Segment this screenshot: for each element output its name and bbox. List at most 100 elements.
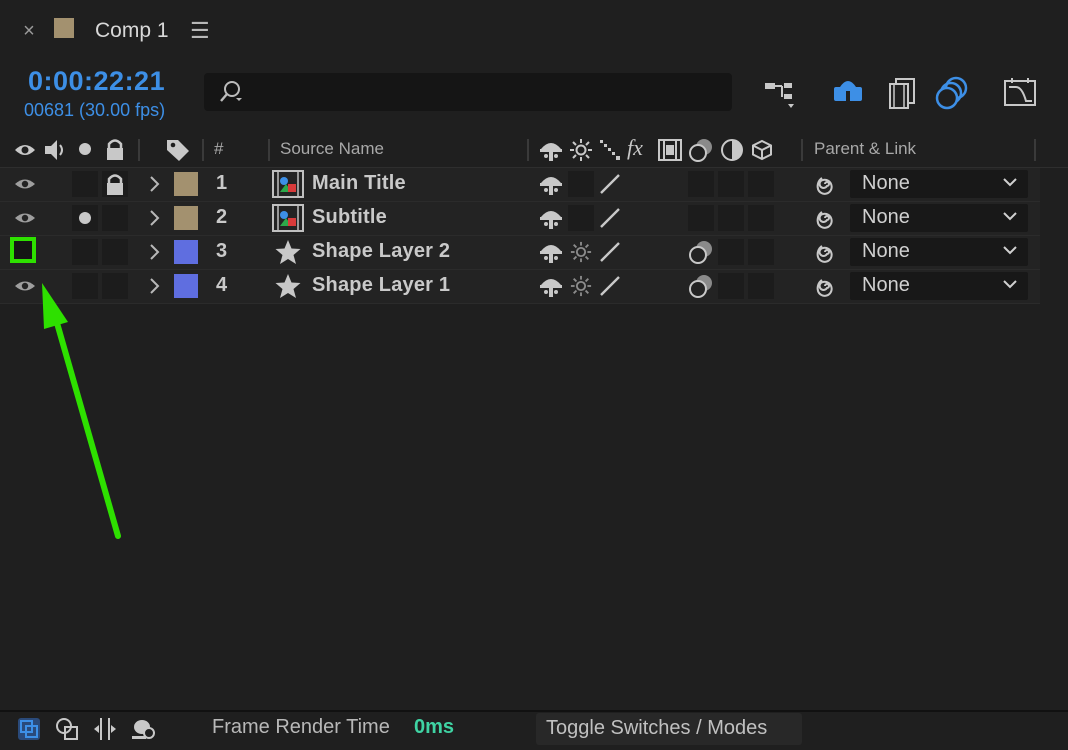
lock-toggle[interactable] — [102, 171, 128, 197]
3d-layer-toggle[interactable] — [748, 171, 774, 197]
video-visibility-highlight[interactable] — [10, 237, 36, 263]
3d-layer-toggle[interactable] — [748, 205, 774, 231]
layer-name[interactable]: Main Title — [312, 172, 406, 195]
parent-pick-whip-icon[interactable] — [812, 171, 838, 197]
chevron-down-icon — [1002, 242, 1018, 258]
close-tab-icon[interactable]: × — [20, 16, 38, 46]
shy-switch-icon[interactable] — [538, 239, 564, 265]
current-time-display[interactable]: 0:00:22:21 — [28, 66, 165, 97]
expand-chevron-icon[interactable] — [148, 175, 160, 193]
quality-icon[interactable] — [598, 138, 622, 162]
3d-layer-toggle[interactable] — [748, 239, 774, 265]
adjustment-layer-toggle[interactable] — [718, 273, 744, 299]
parent-select-value: None — [862, 172, 910, 194]
layer-name[interactable]: Shape Layer 1 — [312, 274, 450, 297]
collapse-transform-toggle[interactable] — [568, 171, 594, 197]
label-color-swatch[interactable] — [174, 274, 198, 298]
header-separator — [202, 139, 204, 161]
3d-layer-toggle[interactable] — [748, 273, 774, 299]
parent-pick-whip-icon[interactable] — [812, 273, 838, 299]
lock-toggle[interactable] — [102, 205, 128, 231]
3d-layer-icon[interactable] — [750, 138, 774, 162]
shy-icon[interactable] — [538, 137, 564, 163]
draft-3d-icon[interactable] — [830, 75, 866, 111]
video-eye-icon[interactable] — [13, 139, 37, 161]
parent-link-header[interactable]: Parent & Link — [814, 139, 916, 159]
lock-toggle[interactable] — [102, 273, 128, 299]
motion-blur-toggle[interactable] — [688, 171, 714, 197]
chevron-down-icon — [1002, 208, 1018, 224]
solo-toggle[interactable] — [72, 239, 98, 265]
layer-search-input[interactable] — [204, 73, 732, 111]
parent-select-dropdown[interactable]: None — [850, 204, 1028, 232]
layer-name[interactable]: Shape Layer 2 — [312, 240, 450, 263]
label-color-swatch[interactable] — [174, 206, 198, 230]
comp-color-swatch — [54, 18, 74, 38]
parent-select-value: None — [862, 240, 910, 262]
quality-slash-icon[interactable] — [598, 206, 622, 230]
adjustment-layer-toggle[interactable] — [718, 239, 744, 265]
motion-blur-switch-icon[interactable] — [688, 239, 714, 265]
comp-tab-title[interactable]: Comp 1 — [95, 16, 169, 46]
video-eye-icon[interactable] — [13, 207, 37, 229]
expand-chevron-icon[interactable] — [148, 209, 160, 227]
lock-toggle[interactable] — [102, 239, 128, 265]
solo-toggle[interactable] — [72, 273, 98, 299]
quality-slash-icon[interactable] — [598, 172, 622, 196]
adjustment-layer-toggle[interactable] — [718, 171, 744, 197]
video-eye-icon[interactable] — [13, 173, 37, 195]
label-color-swatch[interactable] — [174, 240, 198, 264]
expand-chevron-icon[interactable] — [148, 243, 160, 261]
transfer-controls-pane-icon[interactable] — [54, 716, 80, 742]
parent-pick-whip-icon[interactable] — [812, 239, 838, 265]
motion-blur-switch-icon[interactable] — [688, 273, 714, 299]
shy-switch-icon[interactable] — [538, 273, 564, 299]
parent-select-dropdown[interactable]: None — [850, 272, 1028, 300]
footage-layer-icon — [272, 204, 304, 232]
solo-dot-icon[interactable] — [77, 141, 93, 157]
audio-speaker-icon[interactable] — [43, 138, 69, 162]
quality-slash-icon[interactable] — [598, 240, 622, 264]
adjustment-layer-icon[interactable] — [720, 138, 744, 162]
video-eye-icon[interactable] — [13, 275, 37, 297]
effects-fx-header[interactable]: fx — [627, 135, 643, 161]
toggle-switches-modes-button[interactable]: Toggle Switches / Modes — [536, 713, 802, 745]
frame-blending-icon[interactable] — [884, 75, 920, 111]
expand-chevron-icon[interactable] — [148, 277, 160, 295]
parent-pick-whip-icon[interactable] — [812, 205, 838, 231]
motion-blur-toggle[interactable] — [688, 205, 714, 231]
flowchart-icon[interactable] — [762, 75, 798, 111]
collapse-transform-icon[interactable] — [570, 241, 592, 263]
in-out-duration-pane-icon[interactable] — [92, 716, 118, 742]
search-icon — [220, 81, 242, 102]
frame-render-time-value: 0ms — [414, 716, 455, 738]
quality-slash-icon[interactable] — [598, 274, 622, 298]
shy-switch-icon[interactable] — [538, 171, 564, 197]
footage-layer-icon — [272, 170, 304, 198]
header-separator — [801, 139, 803, 161]
label-tag-icon[interactable] — [165, 137, 191, 163]
render-time-pane-icon[interactable] — [130, 716, 156, 742]
graph-editor-icon[interactable] — [1002, 75, 1038, 111]
collapse-transform-icon[interactable] — [570, 275, 592, 297]
motion-blur-column-icon[interactable] — [688, 137, 714, 163]
solo-toggle[interactable] — [72, 205, 98, 231]
motion-blur-icon[interactable] — [934, 75, 970, 111]
layer-number: 2 — [216, 206, 228, 228]
solo-toggle[interactable] — [72, 171, 98, 197]
parent-select-dropdown[interactable]: None — [850, 170, 1028, 198]
layer-number: 4 — [216, 274, 228, 296]
collapse-transform-toggle[interactable] — [568, 205, 594, 231]
layer-number-header[interactable]: # — [214, 139, 223, 159]
collapse-transform-icon[interactable] — [569, 138, 593, 162]
frame-blend-column-icon[interactable] — [657, 138, 683, 162]
adjustment-layer-toggle[interactable] — [718, 205, 744, 231]
source-name-header[interactable]: Source Name — [280, 139, 384, 159]
lock-icon[interactable] — [104, 137, 126, 161]
shy-switch-icon[interactable] — [538, 205, 564, 231]
layer-name[interactable]: Subtitle — [312, 206, 387, 229]
label-color-swatch[interactable] — [174, 172, 198, 196]
parent-select-dropdown[interactable]: None — [850, 238, 1028, 266]
layer-switches-pane-icon[interactable] — [16, 716, 42, 742]
panel-menu-icon[interactable]: ☰ — [190, 16, 210, 46]
